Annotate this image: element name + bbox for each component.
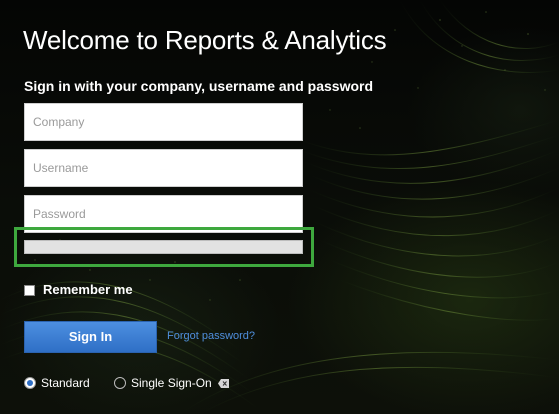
standard-login-option[interactable]: Standard: [24, 376, 90, 390]
standard-label: Standard: [41, 376, 90, 390]
eraser-icon: [217, 378, 229, 388]
forgot-password-link[interactable]: Forgot password?: [167, 329, 255, 343]
username-input[interactable]: [24, 149, 303, 187]
remember-me-label: Remember me: [43, 282, 133, 297]
sso-radio[interactable]: [114, 377, 126, 389]
sso-label: Single Sign-On: [131, 376, 212, 390]
signin-instructions: Sign in with your company, username and …: [24, 78, 374, 94]
login-page: Welcome to Reports & Analytics Sign in w…: [0, 0, 559, 414]
sso-login-option[interactable]: Single Sign-On: [114, 376, 229, 390]
hidden-field-bar[interactable]: [24, 240, 303, 254]
sign-in-button[interactable]: Sign In: [24, 321, 157, 353]
remember-me-row[interactable]: Remember me: [24, 282, 133, 298]
remember-me-checkbox[interactable]: [24, 284, 35, 296]
page-title: Welcome to Reports & Analytics: [23, 25, 387, 55]
company-input[interactable]: [24, 103, 303, 141]
standard-radio[interactable]: [24, 377, 36, 389]
